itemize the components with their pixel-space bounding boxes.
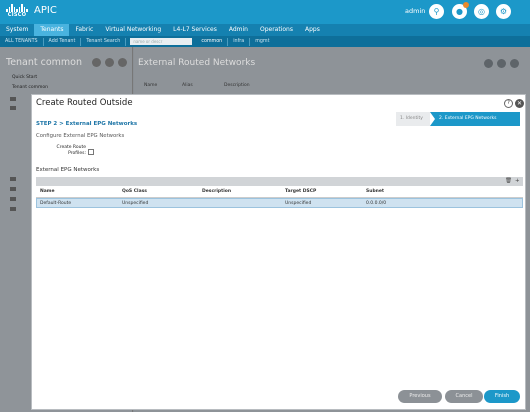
username[interactable]: admin (405, 7, 425, 15)
tree-node-folder-icon[interactable] (10, 197, 16, 201)
route-profiles-checkbox[interactable] (88, 149, 94, 155)
settings-icon[interactable]: ⚙ (496, 4, 511, 19)
main-nav: System Tenants Fabric Virtual Networking… (0, 24, 530, 36)
column-header-target-dscp[interactable]: Target DSCP (285, 186, 316, 198)
close-icon[interactable]: ✕ (515, 99, 524, 108)
finish-button[interactable]: Finish (484, 390, 520, 403)
delete-icon[interactable]: 🗑 (505, 178, 512, 184)
tab-operations[interactable]: Operations (254, 24, 299, 36)
section-title: Configure External EPG Networks (36, 133, 125, 139)
tab-virtual-networking[interactable]: Virtual Networking (99, 24, 167, 36)
table-toolbar: 🗑 + (36, 177, 523, 186)
cell-subnet: 0.0.0.0/0 (366, 201, 387, 206)
tab-admin[interactable]: Admin (223, 24, 254, 36)
quick-start-link[interactable]: Quick Start (12, 75, 37, 80)
tenant-search-input[interactable]: name or descr (130, 38, 193, 45)
column-header-name[interactable]: Name (40, 186, 55, 198)
tree-node-folder-icon[interactable] (10, 106, 16, 110)
step-label: STEP 2 > External EPG Networks (36, 121, 138, 127)
previous-button[interactable]: Previous (398, 390, 442, 403)
tools-icon[interactable] (497, 59, 506, 68)
epg-table-title: External EPG Networks (36, 167, 100, 173)
tab-fabric[interactable]: Fabric (69, 24, 99, 36)
pane-settings-icon[interactable] (118, 58, 127, 67)
tree-node-folder-icon[interactable] (10, 207, 16, 211)
tree-node-folder-icon[interactable] (10, 177, 16, 181)
subnav-mgmt[interactable]: mgmt (250, 38, 274, 46)
cell-name: Default-Route (40, 201, 72, 206)
tab-tenants[interactable]: Tenants (34, 24, 70, 36)
cell-qos: Unspecified (122, 201, 149, 206)
table-row[interactable]: Default-Route Unspecified Unspecified 0.… (36, 198, 523, 208)
tab-apps[interactable]: Apps (299, 24, 326, 36)
search-icon[interactable]: ⚲ (429, 4, 444, 19)
column-header-alias[interactable]: Alias (182, 83, 193, 88)
pane-title: Tenant common (6, 57, 83, 68)
bell-icon[interactable]: ● (452, 2, 469, 19)
subnav-tenant-search[interactable]: Tenant Search (81, 37, 127, 46)
cell-dscp: Unspecified (285, 201, 312, 206)
column-header-description[interactable]: Description (224, 83, 250, 88)
tree-root[interactable]: Tenant common (12, 85, 48, 90)
wizard-steps: 1. Identity 2. External EPG Networks (396, 112, 520, 126)
table-header: Name QoS Class Description Target DSCP S… (36, 186, 523, 198)
dialog-title: Create Routed Outside (36, 98, 133, 108)
tree-node-folder-icon[interactable] (10, 97, 16, 101)
help-icon[interactable]: ? (504, 99, 513, 108)
app-title: APIC (34, 5, 57, 16)
work-pane-title: External Routed Networks (138, 58, 256, 68)
pane-help-icon[interactable] (92, 58, 101, 67)
feedback-icon[interactable]: ◎ (474, 4, 489, 19)
add-icon[interactable]: + (515, 178, 520, 184)
create-routed-outside-dialog: Create Routed Outside ? ✕ 1. Identity 2.… (31, 94, 526, 410)
help-icon[interactable] (484, 59, 493, 68)
step-external-epg-networks[interactable]: 2. External EPG Networks (430, 112, 520, 126)
subnav-common[interactable]: common (196, 37, 229, 46)
column-header-subnet[interactable]: Subnet (366, 186, 384, 198)
top-header: CISCO APIC admin ⚲ ● ◎ ⚙ (0, 0, 530, 24)
settings-icon[interactable] (510, 59, 519, 68)
subnav-all-tenants[interactable]: ALL TENANTS (0, 37, 44, 46)
pane-tools-icon[interactable] (105, 58, 114, 67)
subnav-add-tenant[interactable]: Add Tenant (44, 37, 82, 46)
tab-system[interactable]: System (0, 24, 34, 36)
column-header-name[interactable]: Name (144, 83, 157, 88)
step-identity[interactable]: 1. Identity (396, 112, 430, 126)
cisco-logo: CISCO (6, 4, 28, 20)
alert-badge (463, 2, 469, 8)
column-header-qos-class[interactable]: QoS Class (122, 186, 147, 198)
cancel-button[interactable]: Cancel (445, 390, 483, 403)
column-header-description[interactable]: Description (202, 186, 231, 198)
tree-node-folder-icon[interactable] (10, 187, 16, 191)
logo-text: CISCO (7, 12, 27, 18)
route-profiles-label: Create Route Profiles: (56, 145, 86, 156)
sub-nav: ALL TENANTS Add Tenant Tenant Search nam… (0, 36, 530, 47)
subnav-infra[interactable]: infra (228, 37, 251, 46)
tab-l4-l7-services[interactable]: L4-L7 Services (167, 24, 223, 36)
